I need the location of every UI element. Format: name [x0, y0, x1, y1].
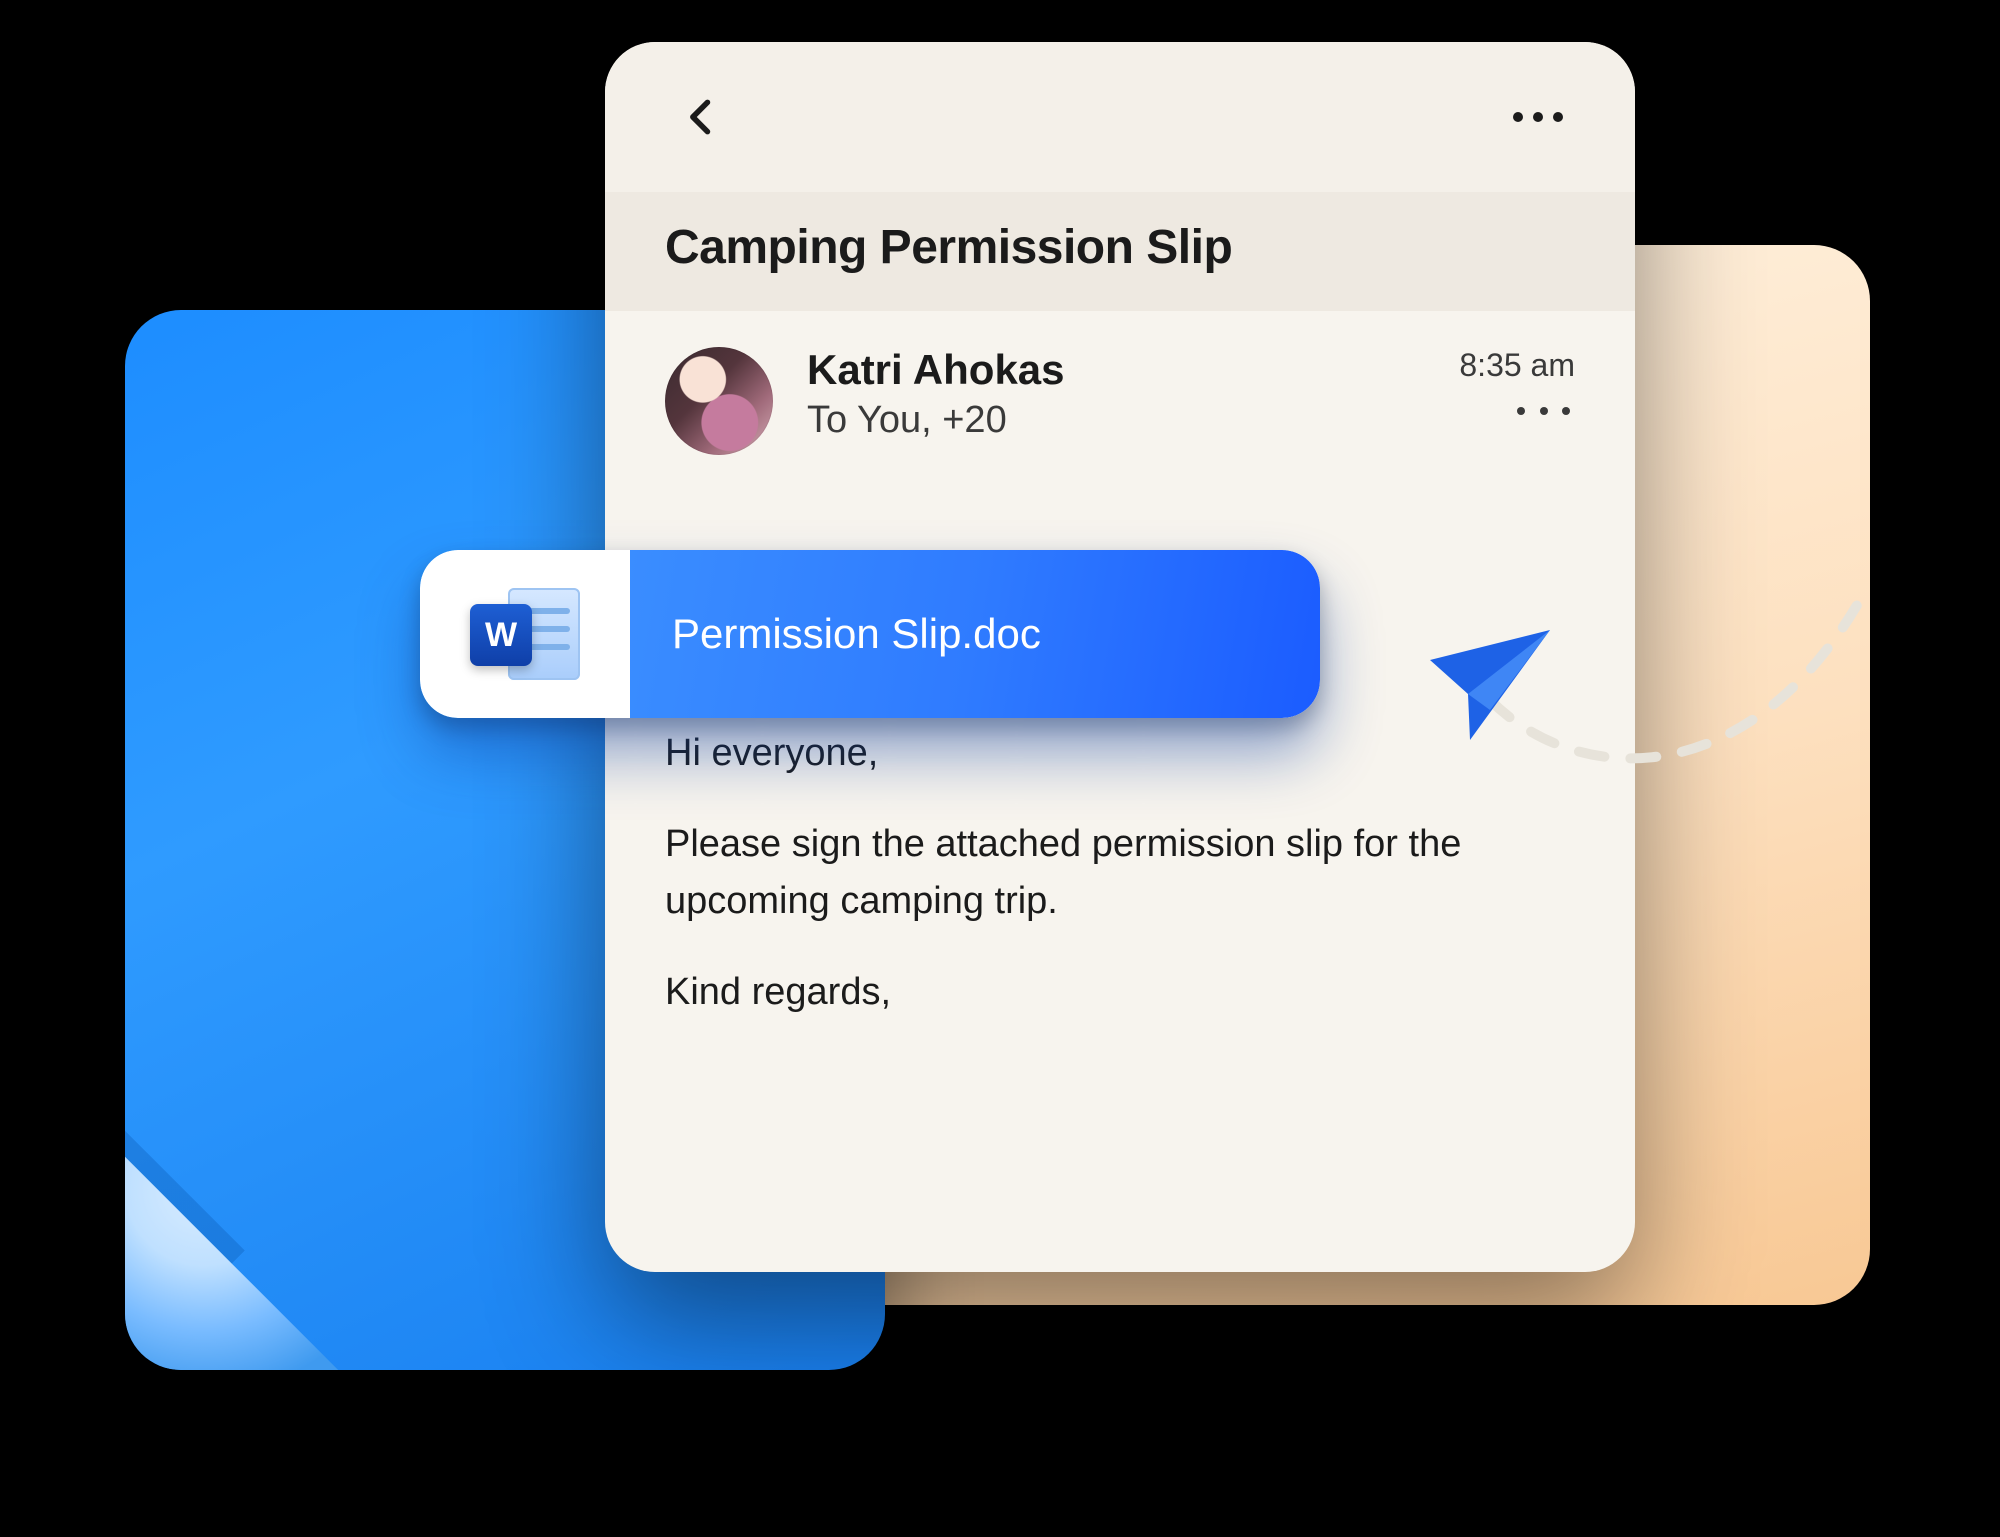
sender-row: Katri Ahokas To You, +20 8:35 am	[605, 311, 1635, 465]
more-button[interactable]	[1503, 82, 1573, 152]
dot-icon	[1513, 112, 1523, 122]
avatar[interactable]	[665, 347, 773, 455]
dot-icon	[1517, 407, 1525, 415]
dot-icon	[1533, 112, 1543, 122]
word-icon-glyph: W	[470, 604, 532, 666]
sender-name: Katri Ahokas	[807, 347, 1425, 393]
back-button[interactable]	[667, 82, 737, 152]
body-paragraph: Please sign the attached permission slip…	[665, 816, 1575, 930]
dot-icon	[1553, 112, 1563, 122]
dot-icon	[1562, 407, 1570, 415]
email-topbar	[605, 42, 1635, 192]
subject-row: Camping Permission Slip	[605, 192, 1635, 311]
email-time: 8:35 am	[1459, 347, 1575, 384]
message-more-button[interactable]	[1459, 402, 1575, 420]
dot-icon	[1540, 407, 1548, 415]
body-greeting: Hi everyone,	[665, 725, 1575, 782]
chevron-left-icon	[680, 95, 724, 139]
recipients-line[interactable]: To You, +20	[807, 399, 1425, 442]
word-icon: W	[470, 584, 580, 684]
body-signoff: Kind regards,	[665, 964, 1575, 1021]
attachment-chip[interactable]: W Permission Slip.doc	[420, 550, 1320, 718]
attachment-filename: Permission Slip.doc	[630, 550, 1320, 718]
attachment-app-icon: W	[420, 550, 630, 718]
email-subject: Camping Permission Slip	[665, 220, 1575, 275]
